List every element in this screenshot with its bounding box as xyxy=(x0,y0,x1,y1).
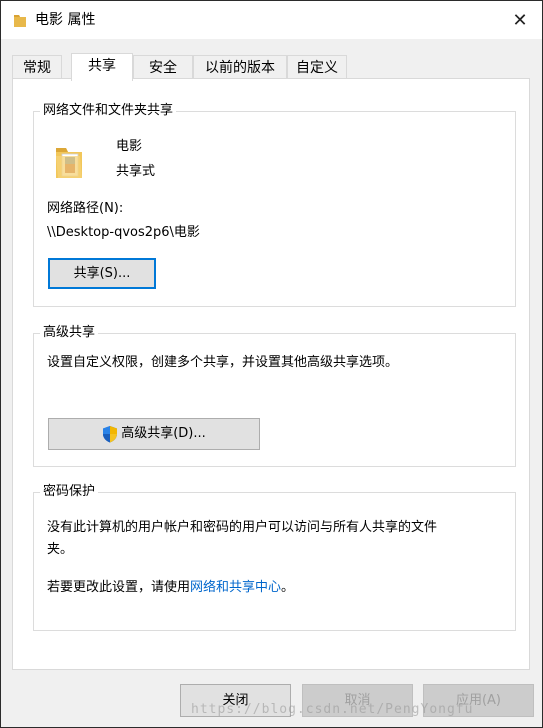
change-setting-text: 若要更改此设置，请使用网络和共享中心。 xyxy=(47,579,294,597)
shared-folder-name: 电影 xyxy=(116,139,143,154)
window-title: 电影 属性 xyxy=(35,12,96,28)
advanced-sharing-button-label: 高级共享(D)... xyxy=(121,426,206,441)
sharing-panel: 网络文件和文件夹共享 电影 共享式 网络路径(N): \\Desktop-qvo… xyxy=(12,78,530,670)
tab-general[interactable]: 常规 xyxy=(12,55,62,79)
tab-customize[interactable]: 自定义 xyxy=(287,55,347,79)
watermark-text: https://blog.csdn.net/PengYongfu xyxy=(191,702,474,717)
uac-shield-icon xyxy=(103,426,118,443)
network-sharing-center-link[interactable]: 网络和共享中心 xyxy=(190,580,281,595)
change-setting-suffix: 。 xyxy=(281,580,295,595)
advanced-sharing-button[interactable]: 高级共享(D)... xyxy=(48,418,260,450)
shared-folder-icon xyxy=(56,148,82,178)
tab-security[interactable]: 安全 xyxy=(133,55,193,79)
advanced-sharing-description: 设置自定义权限，创建多个共享，并设置其他高级共享选项。 xyxy=(47,355,399,370)
share-button[interactable]: 共享(S)... xyxy=(48,258,156,289)
tab-previous-versions[interactable]: 以前的版本 xyxy=(193,55,287,79)
advanced-sharing-title: 高级共享 xyxy=(40,324,99,342)
network-sharing-title: 网络文件和文件夹共享 xyxy=(40,102,177,120)
network-path-value: \\Desktop-qvos2p6\电影 xyxy=(47,225,200,240)
password-protection-description-line2: 夹。 xyxy=(47,542,74,557)
change-setting-prefix: 若要更改此设置，请使用 xyxy=(47,580,191,595)
tab-sharing[interactable]: 共享 xyxy=(71,53,133,81)
password-protection-title: 密码保护 xyxy=(40,483,99,501)
password-protection-description-line1: 没有此计算机的用户帐户和密码的用户可以访问与所有人共享的文件 xyxy=(47,520,438,535)
close-window-button[interactable]: ✕ xyxy=(498,1,542,39)
folder-icon xyxy=(14,15,26,27)
title-bar: 电影 属性 ✕ xyxy=(1,1,542,39)
advanced-sharing-group: 高级共享 设置自定义权限，创建多个共享，并设置其他高级共享选项。 高级共享(D)… xyxy=(33,324,516,467)
password-protection-group: 密码保护 没有此计算机的用户帐户和密码的用户可以访问与所有人共享的文件 夹。 若… xyxy=(33,483,516,631)
network-sharing-group: 网络文件和文件夹共享 电影 共享式 网络路径(N): \\Desktop-qvo… xyxy=(33,102,516,307)
properties-window: 电影 属性 ✕ 常规 共享 安全 以前的版本 自定义 网络文件和文件夹共享 电影… xyxy=(0,0,543,728)
network-path-label: 网络路径(N): xyxy=(47,201,124,216)
share-status: 共享式 xyxy=(116,164,156,179)
